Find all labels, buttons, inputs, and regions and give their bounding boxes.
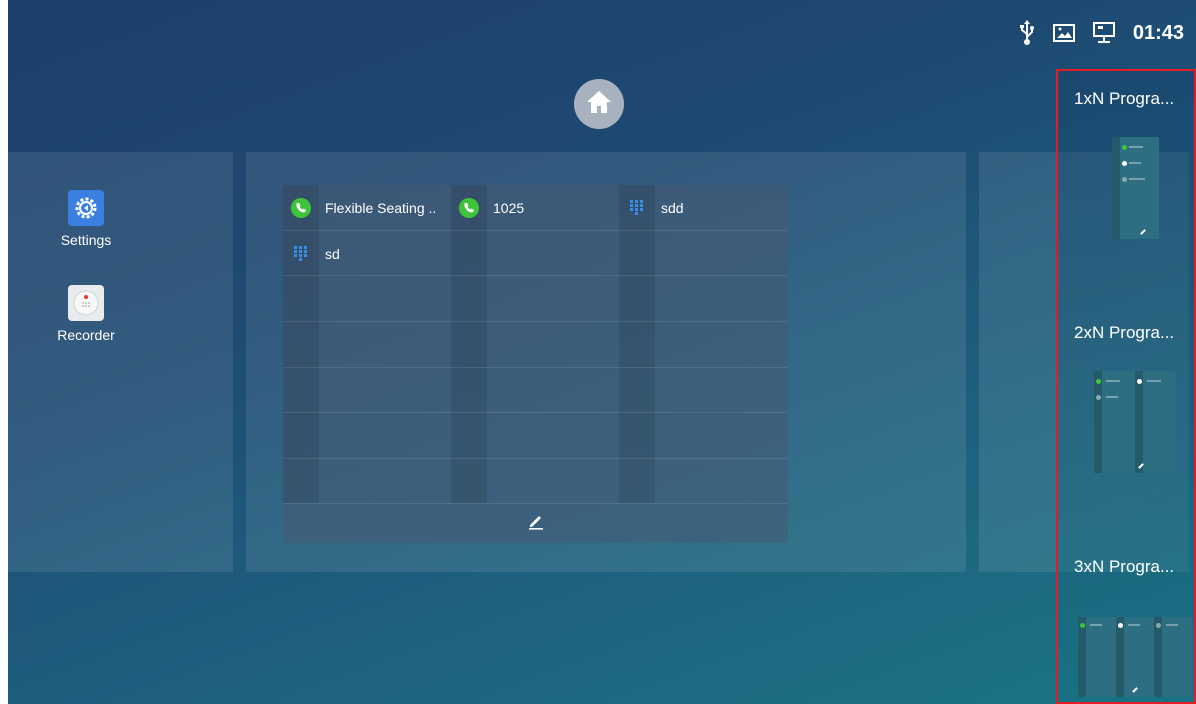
row-divider (283, 321, 788, 322)
thumb-column (1094, 371, 1102, 473)
thumb-pencil (1132, 687, 1138, 693)
thumb-dot (1118, 623, 1123, 628)
network-icon (1092, 22, 1115, 44)
dialpad-icon (283, 245, 319, 263)
row-divider (283, 367, 788, 368)
thumb-line (1166, 624, 1178, 626)
key-sdd[interactable]: sdd (619, 185, 787, 230)
key-label: sd (325, 245, 340, 262)
home-icon (586, 90, 612, 119)
widget-column (619, 185, 655, 503)
home-button[interactable] (574, 79, 624, 129)
key-label: 1025 (493, 199, 525, 216)
thumb-line (1106, 396, 1118, 398)
recorder-label: Recorder (57, 327, 115, 343)
thumb-column (1116, 617, 1124, 697)
widget-column (451, 185, 487, 503)
usb-icon (1019, 20, 1035, 46)
recorder-icon (68, 285, 104, 321)
thumb-line (1129, 178, 1145, 180)
home-screen: 01:43 Settings Recorder Flexible Seating… (8, 0, 1196, 704)
thumb-dot (1122, 145, 1127, 150)
key-label: Flexible Seating .. (325, 199, 437, 216)
thumb-dot (1156, 623, 1161, 628)
layout-1xn-title: 1xN Progra... (1074, 89, 1175, 108)
thumb-column (1154, 617, 1162, 697)
thumb-dot (1122, 161, 1127, 166)
programmable-layouts-panel: 1xN Progra... 2xN Progra... 3xN Progra..… (1056, 69, 1196, 704)
thumb-line (1147, 380, 1161, 382)
layout-2xn-title: 2xN Progra... (1074, 323, 1175, 342)
row-divider (283, 412, 788, 413)
gear-icon (68, 190, 104, 226)
status-bar: 01:43 (8, 0, 1196, 70)
layout-2xn-thumbnail[interactable] (1094, 371, 1176, 473)
thumb-dot (1122, 177, 1127, 182)
programmable-keys-widget: Flexible Seating .. 1025 sdd sd (283, 185, 788, 543)
thumb-line (1129, 146, 1143, 148)
dialpad-icon (619, 199, 655, 217)
thumb-column (1112, 137, 1120, 239)
key-sd[interactable]: sd (283, 231, 451, 276)
key-label: sdd (661, 199, 684, 216)
phone-icon (459, 197, 479, 218)
thumb-line (1128, 624, 1140, 626)
edit-widget-button[interactable] (283, 503, 788, 543)
thumb-line (1106, 380, 1120, 382)
thumb-dot (1096, 379, 1101, 384)
row-divider (283, 458, 788, 459)
thumb-pencil (1140, 229, 1146, 235)
clock: 01:43 (1132, 21, 1184, 44)
settings-app[interactable]: Settings (46, 190, 126, 248)
settings-label: Settings (60, 232, 112, 248)
image-icon (1052, 23, 1075, 43)
thumb-line (1090, 624, 1102, 626)
thumb-line (1129, 162, 1141, 164)
layout-3xn-thumbnail[interactable] (1078, 617, 1192, 697)
thumb-dot (1137, 379, 1142, 384)
recorder-app[interactable]: Recorder (46, 285, 126, 343)
thumb-dot (1080, 623, 1085, 628)
layout-3xn-title: 3xN Progra... (1074, 557, 1175, 576)
key-flexible-seating[interactable]: Flexible Seating .. (283, 185, 451, 230)
thumb-column (1078, 617, 1086, 697)
pencil-icon (527, 512, 545, 535)
phone-icon (291, 197, 311, 218)
layout-1xn-thumbnail[interactable] (1112, 137, 1159, 239)
thumb-column (1135, 371, 1143, 473)
key-1025[interactable]: 1025 (451, 185, 619, 230)
thumb-dot (1096, 395, 1101, 400)
